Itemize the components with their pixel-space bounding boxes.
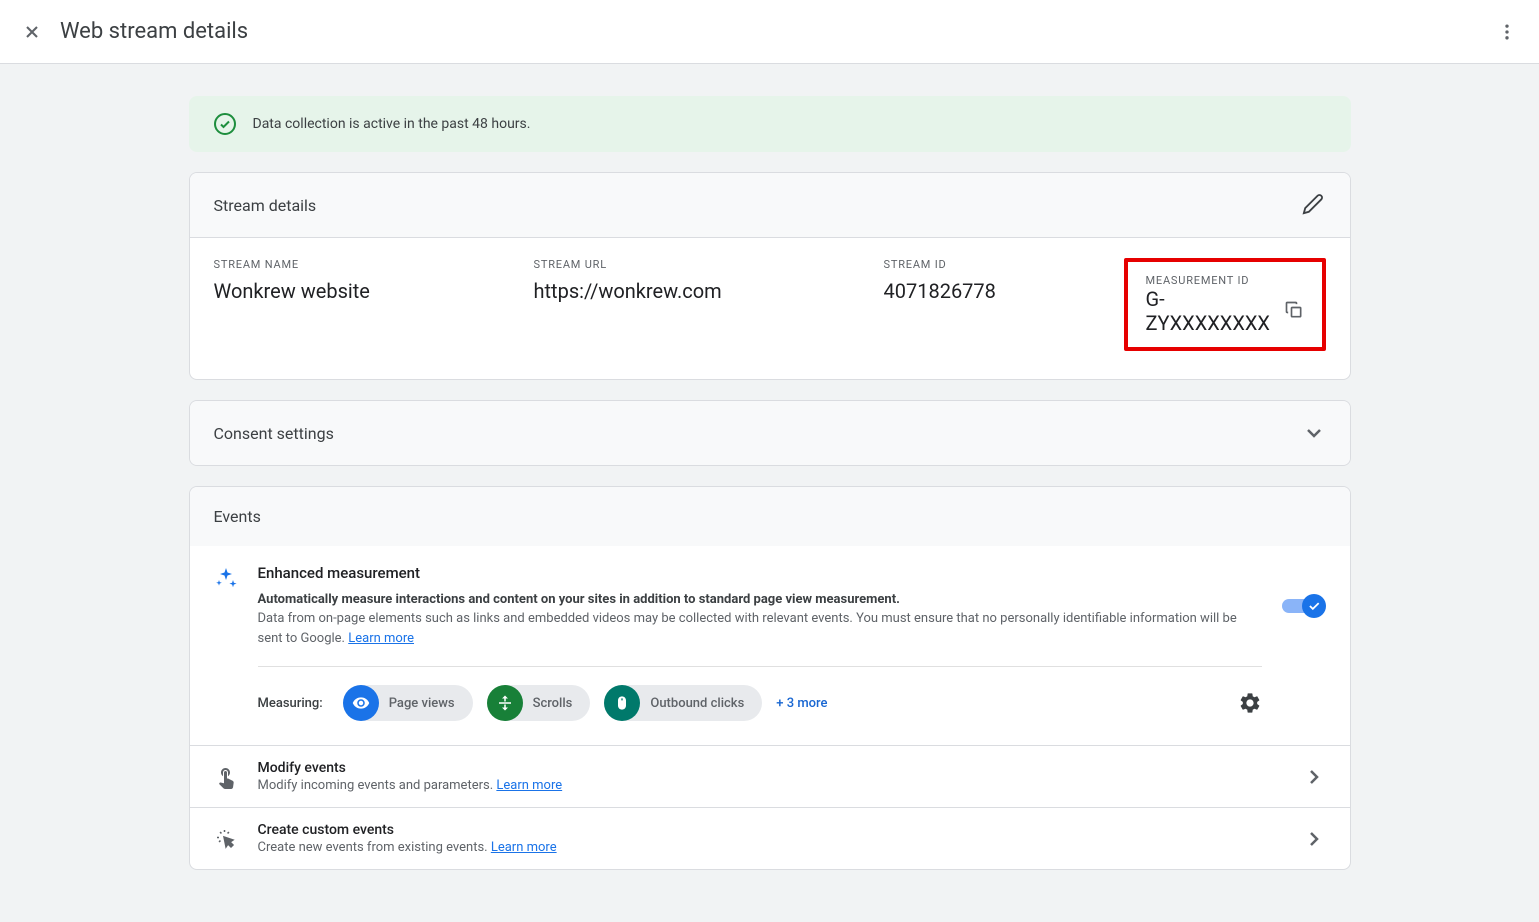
events-title: Events xyxy=(214,507,261,526)
measurement-id-highlight: MEASUREMENT ID G-ZYXXXXXXXX xyxy=(1124,258,1326,351)
chevron-right-icon xyxy=(1302,765,1326,789)
page-header: Web stream details xyxy=(0,0,1539,64)
enhanced-learn-more-link[interactable]: Learn more xyxy=(348,631,414,646)
more-vertical-icon xyxy=(1497,22,1517,42)
stream-id-column: STREAM ID 4071826778 xyxy=(884,258,1084,351)
stream-url-column: STREAM URL https://wonkrew.com xyxy=(534,258,844,351)
events-header: Events xyxy=(190,487,1350,546)
create-custom-events-row[interactable]: Create custom events Create new events f… xyxy=(190,807,1350,869)
chip-page-views: Page views xyxy=(343,685,473,721)
copy-button[interactable] xyxy=(1284,300,1304,322)
stream-details-title: Stream details xyxy=(214,196,317,215)
consent-settings-row: Consent settings xyxy=(190,401,1350,465)
events-card: Events Enhanced measurement Automaticall… xyxy=(189,486,1351,870)
enhanced-measurement-title: Enhanced measurement xyxy=(258,564,1262,582)
modify-events-desc: Modify incoming events and parameters. L… xyxy=(258,778,1282,793)
create-custom-events-desc-text: Create new events from existing events. xyxy=(258,840,491,855)
stream-url-value: https://wonkrew.com xyxy=(534,279,844,303)
consent-settings-title: Consent settings xyxy=(214,424,334,443)
enhanced-measurement-section: Enhanced measurement Automatically measu… xyxy=(190,546,1350,745)
stream-id-label: STREAM ID xyxy=(884,258,1084,271)
check-circle-icon xyxy=(213,112,237,136)
scroll-icon xyxy=(487,685,523,721)
stream-name-column: STREAM NAME Wonkrew website xyxy=(214,258,494,351)
measuring-label: Measuring: xyxy=(258,696,323,711)
enhanced-measurement-toggle[interactable] xyxy=(1282,594,1326,618)
close-icon xyxy=(22,22,42,42)
stream-name-label: STREAM NAME xyxy=(214,258,494,271)
modify-events-title: Modify events xyxy=(258,760,1282,776)
stream-id-value: 4071826778 xyxy=(884,279,1084,303)
touch-icon xyxy=(214,765,238,789)
chip-scrolls: Scrolls xyxy=(487,685,591,721)
sparkle-icon xyxy=(214,566,238,590)
measurement-id-column: MEASUREMENT ID G-ZYXXXXXXXX xyxy=(1124,258,1326,351)
create-custom-events-desc: Create new events from existing events. … xyxy=(258,840,1282,855)
measuring-row: Measuring: Page views Scrolls xyxy=(258,685,1262,721)
chip-page-views-label: Page views xyxy=(389,696,455,711)
settings-button[interactable] xyxy=(1238,691,1262,715)
status-banner: Data collection is active in the past 48… xyxy=(189,96,1351,152)
create-custom-events-learn-more-link[interactable]: Learn more xyxy=(491,840,557,855)
measurement-id-label: MEASUREMENT ID xyxy=(1146,274,1304,287)
close-button[interactable] xyxy=(20,20,44,44)
check-icon xyxy=(1307,599,1321,613)
stream-details-header: Stream details xyxy=(190,173,1350,238)
copy-icon xyxy=(1284,300,1304,320)
more-menu-button[interactable] xyxy=(1495,20,1519,44)
chip-outbound-clicks: Outbound clicks xyxy=(604,685,762,721)
modify-events-desc-text: Modify incoming events and parameters. xyxy=(258,778,497,793)
edit-button[interactable] xyxy=(1302,193,1326,217)
create-custom-events-title: Create custom events xyxy=(258,822,1282,838)
eye-icon xyxy=(343,685,379,721)
chip-outbound-clicks-label: Outbound clicks xyxy=(650,696,744,711)
chevron-down-icon xyxy=(1302,421,1326,445)
more-chips-link[interactable]: + 3 more xyxy=(776,696,827,711)
stream-url-label: STREAM URL xyxy=(534,258,844,271)
cursor-click-icon xyxy=(214,827,238,851)
modify-events-learn-more-link[interactable]: Learn more xyxy=(496,778,562,793)
measurement-id-value: G-ZYXXXXXXXX xyxy=(1146,287,1274,335)
stream-details-card: Stream details STREAM NAME Wonkrew websi… xyxy=(189,172,1351,380)
gear-icon xyxy=(1238,691,1262,715)
stream-name-value: Wonkrew website xyxy=(214,279,494,303)
mouse-icon xyxy=(604,685,640,721)
enhanced-measurement-subtitle: Automatically measure interactions and c… xyxy=(258,592,1262,607)
pencil-icon xyxy=(1302,193,1324,215)
expand-button[interactable] xyxy=(1302,421,1326,445)
chevron-right-icon xyxy=(1302,827,1326,851)
stream-details-body: STREAM NAME Wonkrew website STREAM URL h… xyxy=(190,238,1350,379)
modify-events-row[interactable]: Modify events Modify incoming events and… xyxy=(190,745,1350,807)
enhanced-measurement-description: Data from on-page elements such as links… xyxy=(258,609,1262,648)
chip-scrolls-label: Scrolls xyxy=(533,696,573,711)
banner-text: Data collection is active in the past 48… xyxy=(253,116,531,132)
page-content: Data collection is active in the past 48… xyxy=(189,64,1351,922)
consent-settings-card[interactable]: Consent settings xyxy=(189,400,1351,466)
page-title: Web stream details xyxy=(60,19,248,44)
